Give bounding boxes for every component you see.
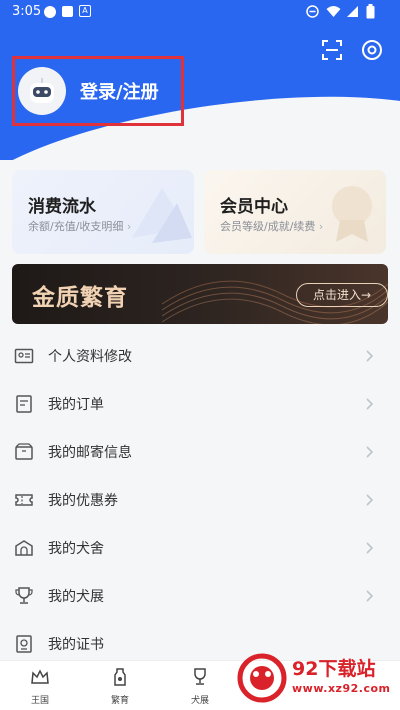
golden-breeding-banner[interactable]: 金质繁育 点击进入→ — [12, 264, 388, 324]
certificate-icon — [16, 635, 32, 653]
member-center-subtitle: 会员等级/成就/续费 › — [220, 220, 324, 233]
package-icon — [15, 443, 33, 460]
tab-kingdom[interactable]: 王国 — [20, 667, 60, 709]
battery-icon — [366, 4, 375, 19]
consumption-subtitle: 余额/充值/收支明细 › — [28, 220, 132, 233]
chevron-right-icon — [366, 398, 374, 410]
menu-item-profile-edit[interactable]: 个人资料修改 — [0, 332, 400, 380]
robot-avatar-icon — [30, 78, 54, 103]
trophy-icon — [194, 668, 206, 685]
banner-title: 金质繁育 — [32, 285, 128, 311]
menu-item-mailing-info[interactable]: 我的邮寄信息 — [0, 428, 400, 476]
notification-square-icon — [62, 6, 73, 17]
member-center-title: 会员中心 — [220, 197, 288, 217]
menu-item-label: 我的犬舍 — [48, 541, 104, 557]
settings-icon[interactable] — [360, 38, 384, 62]
menu-item-label: 我的订单 — [48, 397, 104, 413]
menu-item-label: 我的犬展 — [48, 589, 104, 605]
avatar[interactable] — [18, 67, 66, 115]
watermark-logo-icon — [237, 653, 287, 703]
signal-icon — [347, 6, 358, 17]
id-card-icon — [14, 348, 34, 364]
kennel-icon — [15, 540, 33, 556]
menu-item-label: 我的邮寄信息 — [48, 445, 132, 461]
menu-item-label: 个人资料修改 — [48, 349, 132, 365]
dnd-icon — [306, 5, 319, 18]
notification-dot-icon — [44, 6, 56, 18]
consumption-card[interactable]: 消费流水 余额/充值/收支明细 › — [12, 170, 194, 254]
tab-dog-shows[interactable]: 犬展 — [180, 667, 220, 709]
order-icon — [16, 395, 32, 413]
tab-breeding[interactable]: 繁育 — [100, 667, 140, 709]
crown-icon — [31, 669, 49, 684]
consumption-title: 消费流水 — [28, 197, 96, 217]
tab-label: 繁育 — [110, 696, 129, 706]
menu-item-label: 我的证书 — [48, 637, 104, 653]
menu-item-dog-shows[interactable]: 我的犬展 — [0, 572, 400, 620]
tab-label: 犬展 — [190, 696, 209, 706]
scan-icon[interactable] — [320, 38, 344, 62]
site-watermark: 92下载站 www.xz92.com — [230, 648, 400, 710]
status-time: 3:05 — [12, 4, 42, 19]
coupon-icon — [15, 494, 33, 506]
chevron-right-icon — [366, 494, 374, 506]
app-badge-icon: A — [79, 5, 91, 17]
watermark-title: 92下载站 — [292, 658, 376, 680]
chevron-right-icon — [366, 446, 374, 458]
menu-item-orders[interactable]: 我的订单 — [0, 380, 400, 428]
menu-item-label: 我的优惠券 — [48, 493, 118, 509]
menu-item-coupons[interactable]: 我的优惠券 — [0, 476, 400, 524]
member-center-card[interactable]: 会员中心 会员等级/成就/续费 › — [204, 170, 386, 254]
chevron-right-icon — [366, 350, 374, 362]
card-decoration-icon — [132, 188, 192, 243]
login-register-link[interactable]: 登录/注册 — [80, 78, 159, 104]
status-bar: 3:05 A — [0, 0, 400, 24]
bottle-icon — [114, 668, 126, 686]
tab-label: 王国 — [30, 696, 49, 706]
banner-enter-button[interactable]: 点击进入→ — [296, 283, 388, 307]
watermark-url: www.xz92.com — [292, 682, 391, 695]
chevron-right-icon — [366, 542, 374, 554]
medal-decoration-icon — [332, 186, 372, 242]
wifi-icon — [326, 6, 341, 17]
menu-item-kennel[interactable]: 我的犬舍 — [0, 524, 400, 572]
chevron-right-icon — [366, 590, 374, 602]
trophy-icon — [15, 587, 33, 604]
